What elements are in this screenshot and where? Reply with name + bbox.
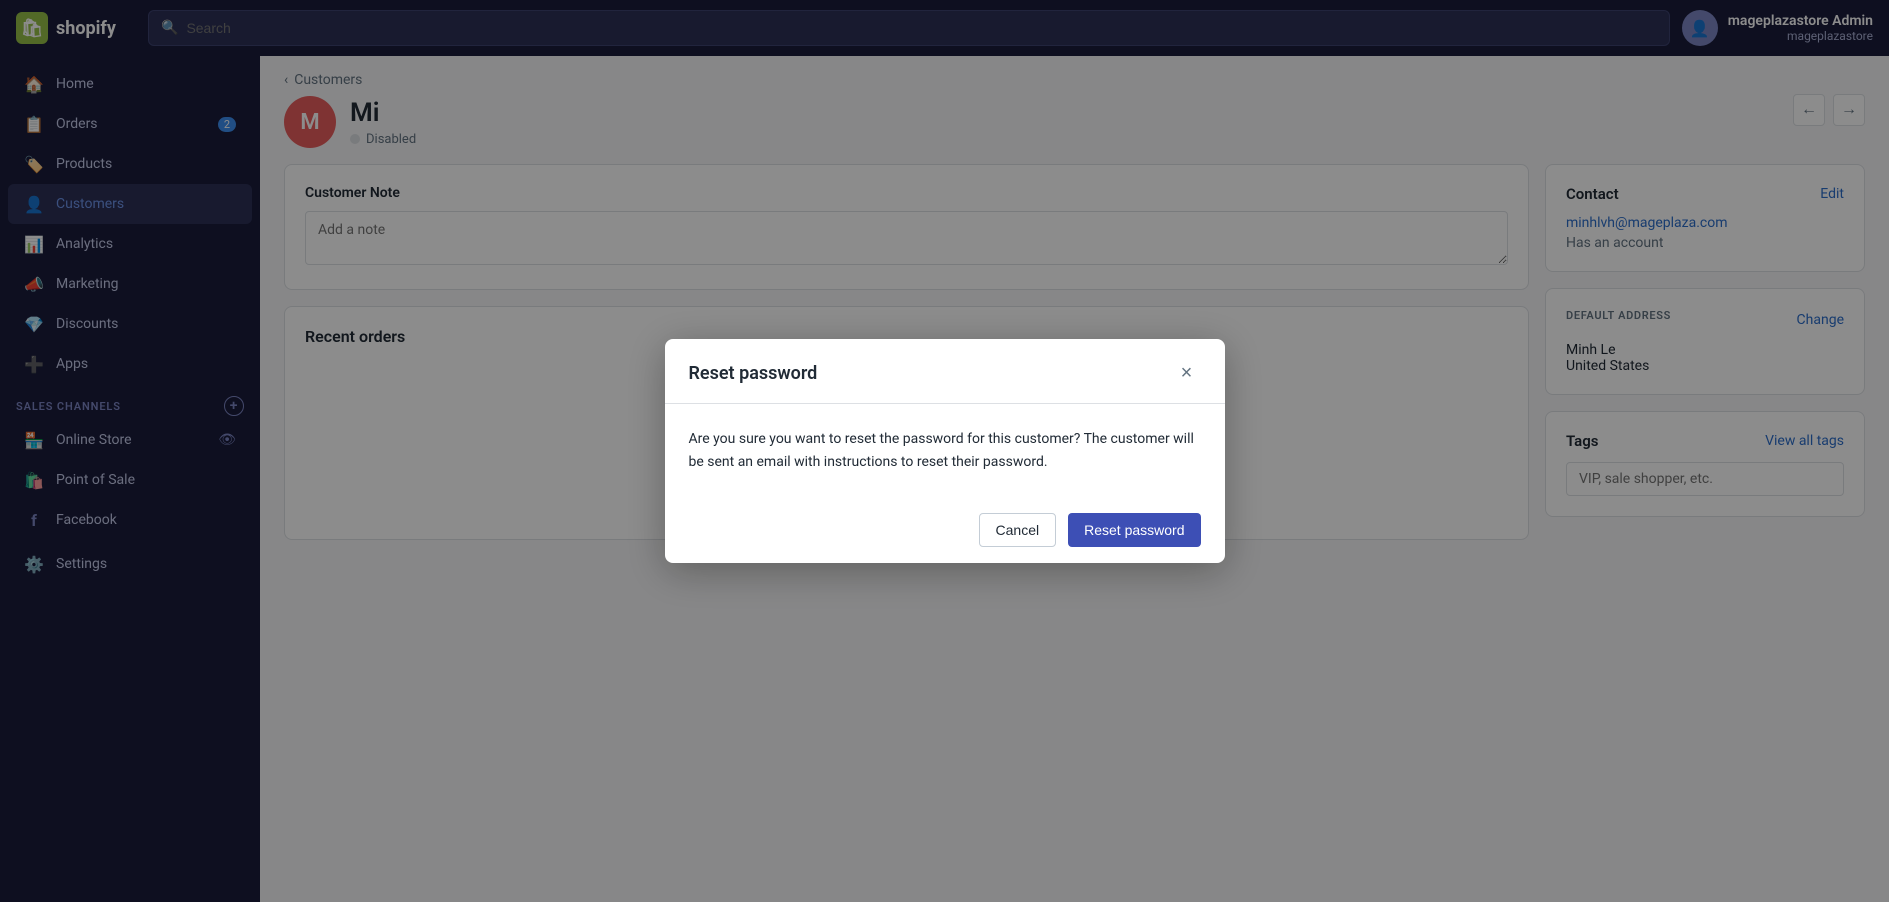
modal-footer: Cancel Reset password — [665, 497, 1225, 563]
modal-title: Reset password — [689, 363, 818, 384]
reset-password-button[interactable]: Reset password — [1068, 513, 1200, 547]
modal-body: Are you sure you want to reset the passw… — [665, 404, 1225, 497]
reset-password-modal: Reset password × Are you sure you want t… — [665, 339, 1225, 563]
modal-body-text: Are you sure you want to reset the passw… — [689, 428, 1201, 473]
cancel-button[interactable]: Cancel — [979, 513, 1057, 547]
modal-close-button[interactable]: × — [1173, 359, 1201, 387]
modal-header: Reset password × — [665, 339, 1225, 404]
modal-overlay[interactable]: Reset password × Are you sure you want t… — [0, 0, 1889, 902]
